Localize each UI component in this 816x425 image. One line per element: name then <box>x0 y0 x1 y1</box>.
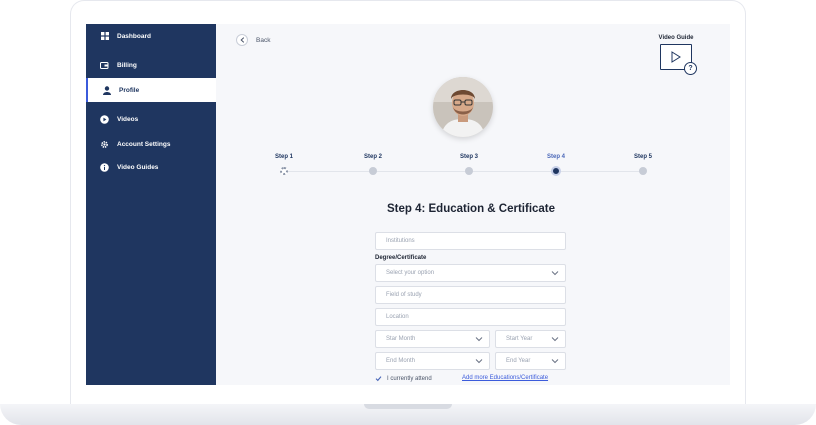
end-year-placeholder: End Year <box>506 358 531 364</box>
step-4[interactable]: Step 4 <box>526 154 586 176</box>
laptop-notch <box>364 404 452 409</box>
step-label: Step 4 <box>546 154 565 160</box>
chevron-down-icon <box>551 359 559 364</box>
sidebar-item-video-guides[interactable]: Video Guides <box>86 155 216 179</box>
chevron-left-icon <box>236 34 248 46</box>
step-5[interactable]: Step 5 <box>613 154 673 175</box>
currently-attend-checkbox[interactable]: I currently attend <box>375 375 432 382</box>
institutions-placeholder: Institutions <box>386 238 415 244</box>
step-label: Step 5 <box>633 154 652 160</box>
step-3[interactable]: Step 3 <box>439 154 499 175</box>
sidebar-item-billing[interactable]: Billing <box>86 53 216 77</box>
start-year-select[interactable]: Start Year <box>495 330 566 348</box>
avatar <box>433 77 493 137</box>
field-of-study-placeholder: Field of study <box>386 292 422 298</box>
sidebar-item-label: Dashboard <box>117 32 151 40</box>
checkmark-icon <box>375 375 382 382</box>
grid-icon <box>100 32 109 41</box>
sidebar-item-profile[interactable]: Profile <box>86 78 216 102</box>
play-circle-icon <box>100 114 109 124</box>
step-label: Step 3 <box>459 154 478 160</box>
step-dot <box>280 167 288 175</box>
field-of-study-input[interactable]: Field of study <box>375 286 566 304</box>
start-month-select[interactable]: Star Month <box>375 330 490 348</box>
sidebar: Dashboard Billing Profile Videos Account… <box>86 24 216 385</box>
step-dot <box>639 167 647 175</box>
chevron-down-icon <box>551 271 559 276</box>
institutions-input[interactable]: Institutions <box>375 232 566 250</box>
chevron-down-icon <box>475 337 483 342</box>
video-guide[interactable]: Video Guide ? <box>654 35 698 75</box>
step-1[interactable]: Step 1 <box>254 154 314 175</box>
app-screen: Dashboard Billing Profile Videos Account… <box>86 24 730 385</box>
degree-placeholder: Select your option <box>386 270 435 276</box>
degree-label: Degree/Certificate <box>375 255 427 261</box>
start-month-placeholder: Star Month <box>386 336 416 342</box>
sidebar-item-label: Video Guides <box>117 163 159 171</box>
sidebar-item-label: Account Settings <box>117 140 171 148</box>
video-guide-button[interactable]: ? <box>660 44 697 75</box>
sidebar-item-account-settings[interactable]: Account Settings <box>86 132 216 156</box>
play-icon <box>671 51 681 63</box>
back-label: Back <box>256 36 271 44</box>
sidebar-item-videos[interactable]: Videos <box>86 107 216 131</box>
step-label: Step 1 <box>274 154 293 160</box>
sidebar-item-label: Profile <box>119 86 140 94</box>
currently-attend-label: I currently attend <box>387 375 432 382</box>
sidebar-item-dashboard[interactable]: Dashboard <box>86 24 216 48</box>
sidebar-item-label: Videos <box>117 115 139 123</box>
gear-icon <box>100 140 109 149</box>
back-button[interactable]: Back <box>236 34 270 46</box>
help-icon: ? <box>684 62 697 75</box>
user-icon <box>102 85 111 95</box>
sidebar-item-label: Billing <box>117 61 137 69</box>
wallet-icon <box>100 61 109 70</box>
location-placeholder: Location <box>386 314 409 320</box>
start-year-placeholder: Start Year <box>506 336 533 342</box>
step-2[interactable]: Step 2 <box>343 154 403 175</box>
step-label: Step 2 <box>363 154 382 160</box>
end-month-placeholder: End Month <box>386 358 416 364</box>
degree-select[interactable]: Select your option <box>375 264 566 282</box>
form-title: Step 4: Education & Certificate <box>386 203 556 215</box>
video-guide-label: Video Guide <box>658 35 694 41</box>
chevron-down-icon <box>475 359 483 364</box>
chevron-down-icon <box>551 337 559 342</box>
location-input[interactable]: Location <box>375 308 566 326</box>
end-year-select[interactable]: End Year <box>495 352 566 370</box>
end-month-select[interactable]: End Month <box>375 352 490 370</box>
step-dot <box>551 166 561 176</box>
step-dot <box>369 167 377 175</box>
main-content: Back Video Guide ? Step 1 Step 2 Step 3 … <box>216 24 730 385</box>
info-circle-icon <box>100 162 109 172</box>
add-more-education-link[interactable]: Add more Educations/Certificate <box>462 375 548 381</box>
step-dot <box>465 167 473 175</box>
